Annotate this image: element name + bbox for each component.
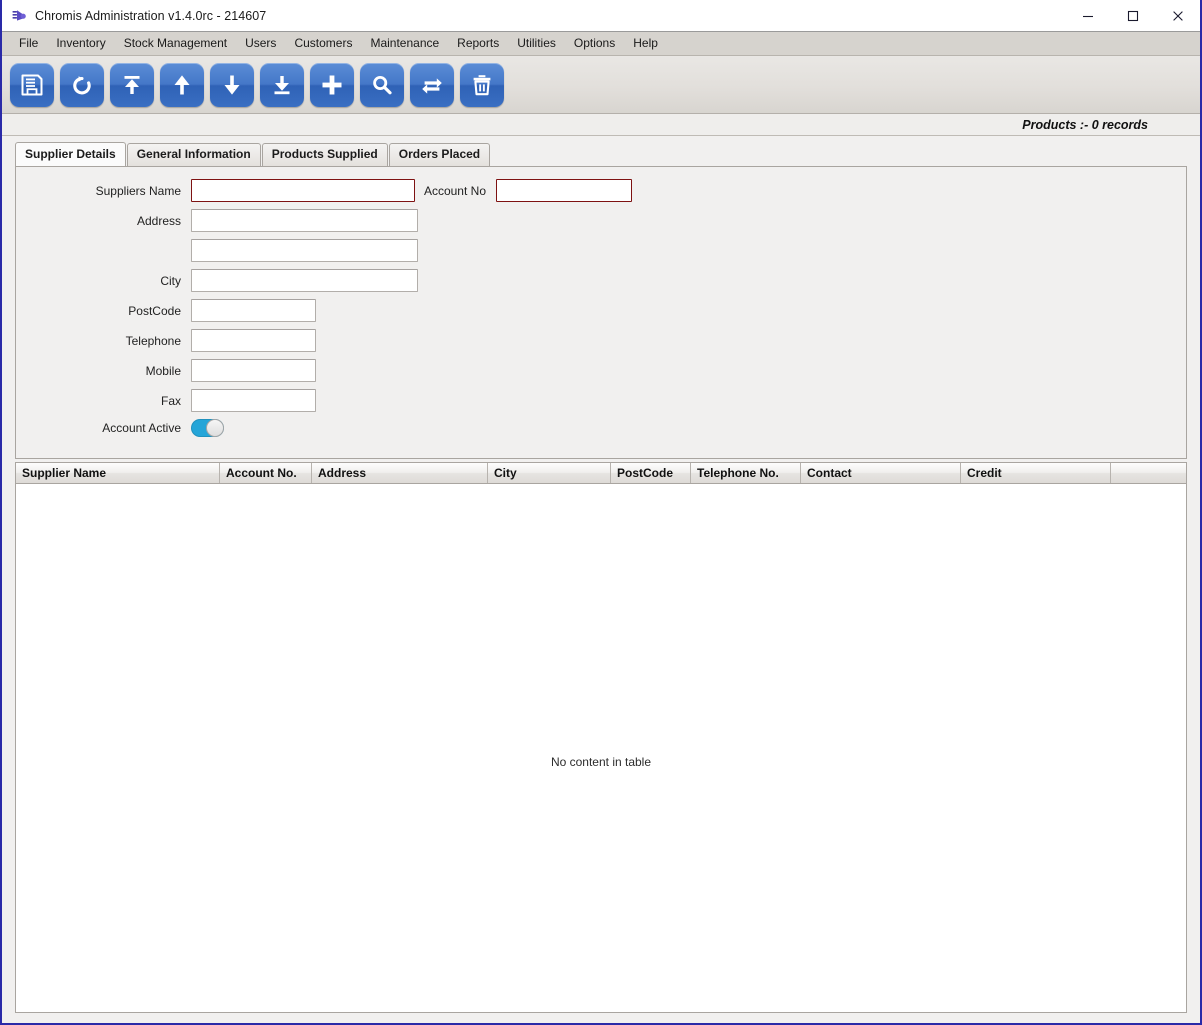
arrow-down-to-bar-icon (269, 72, 295, 98)
menu-item-utilities[interactable]: Utilities (508, 33, 565, 54)
table-empty-message: No content in table (550, 755, 652, 769)
table-body: No content in table (15, 484, 1187, 1013)
plus-icon (319, 72, 345, 98)
field-row-address-2 (16, 239, 418, 262)
column-header-contact[interactable]: Contact (801, 463, 961, 483)
column-header-credit[interactable]: Credit (961, 463, 1111, 483)
column-header-account-no[interactable]: Account No. (220, 463, 312, 483)
menu-item-maintenance[interactable]: Maintenance (361, 33, 448, 54)
maximize-button[interactable] (1110, 0, 1155, 31)
address-label: Address (136, 213, 181, 228)
menu-item-reports[interactable]: Reports (448, 33, 508, 54)
suppliers-name-input[interactable] (191, 179, 415, 202)
tab-products-supplied[interactable]: Products Supplied (261, 143, 388, 166)
previous-record-button[interactable] (160, 62, 204, 107)
column-header-supplier-name[interactable]: Supplier Name (16, 463, 220, 483)
sync-arrows-icon (419, 72, 445, 98)
toggle-knob (206, 419, 224, 437)
column-header-address[interactable]: Address (312, 463, 488, 483)
toolbar (2, 56, 1200, 114)
menu-item-users[interactable]: Users (236, 33, 285, 54)
tab-general-information[interactable]: General Information (126, 143, 261, 166)
field-row-mobile: Mobile (16, 359, 316, 382)
menu-item-customers[interactable]: Customers (285, 33, 361, 54)
reload-button[interactable] (60, 62, 104, 107)
suppliers-name-label: Suppliers Name (95, 183, 181, 198)
menu-item-options[interactable]: Options (565, 33, 624, 54)
field-row-address-1: Address (16, 209, 418, 232)
tab-orders-placed[interactable]: Orders Placed (388, 143, 491, 166)
postcode-label: PostCode (128, 303, 181, 318)
account-active-label: Account Active (102, 421, 181, 435)
account-active-toggle[interactable] (191, 419, 224, 437)
refresh-button[interactable] (410, 62, 454, 107)
suppliers-table: Supplier Name Account No. Address City P… (15, 462, 1187, 1013)
postcode-input[interactable] (191, 299, 316, 322)
address-line-2-input[interactable] (191, 239, 418, 262)
main-content: Supplier Details General Information Pro… (2, 136, 1200, 1023)
column-header-city[interactable]: City (488, 463, 611, 483)
menu-item-file[interactable]: File (10, 33, 47, 54)
search-button[interactable] (360, 62, 404, 107)
search-magnifier-icon (369, 72, 395, 98)
tab-supplier-details[interactable]: Supplier Details (15, 142, 126, 166)
add-record-button[interactable] (310, 62, 354, 107)
city-input[interactable] (191, 269, 418, 292)
menu-item-inventory[interactable]: Inventory (47, 33, 114, 54)
city-label: City (160, 273, 181, 288)
mobile-input[interactable] (191, 359, 316, 382)
fax-input[interactable] (191, 389, 316, 412)
delete-button[interactable] (460, 62, 504, 107)
mobile-label: Mobile (145, 363, 181, 378)
fax-label: Fax (160, 393, 181, 408)
field-row-account-no: Account No (406, 179, 632, 202)
save-floppy-icon (19, 72, 45, 98)
trash-bin-icon (469, 72, 495, 98)
field-row-suppliers-name: Suppliers Name (16, 179, 418, 202)
window-controls (1065, 0, 1200, 31)
last-record-button[interactable] (260, 62, 304, 107)
field-row-account-active: Account Active (16, 419, 224, 437)
reload-circular-arrow-icon (69, 72, 95, 98)
supplier-details-form: Suppliers Name Account No Address City P… (15, 166, 1187, 459)
tab-bar: Supplier Details General Information Pro… (15, 136, 1187, 166)
field-row-fax: Fax (16, 389, 316, 412)
close-button[interactable] (1155, 0, 1200, 31)
save-button[interactable] (10, 62, 54, 107)
minimize-button[interactable] (1065, 0, 1110, 31)
arrow-down-icon (219, 72, 245, 98)
column-header-extra[interactable] (1111, 463, 1190, 483)
arrow-up-to-bar-icon (119, 72, 145, 98)
records-status-bar: Products :- 0 records (2, 114, 1200, 136)
column-header-postcode[interactable]: PostCode (611, 463, 691, 483)
address-line-1-input[interactable] (191, 209, 418, 232)
account-no-input[interactable] (496, 179, 632, 202)
account-no-label: Account No (423, 183, 486, 198)
field-row-telephone: Telephone (16, 329, 316, 352)
records-count-label: Products :- 0 records (1022, 117, 1148, 132)
first-record-button[interactable] (110, 62, 154, 107)
column-header-telephone-no[interactable]: Telephone No. (691, 463, 801, 483)
field-row-city: City (16, 269, 418, 292)
menu-item-help[interactable]: Help (624, 33, 667, 54)
chromis-app-icon (11, 8, 27, 24)
telephone-input[interactable] (191, 329, 316, 352)
title-bar: Chromis Administration v1.4.0rc - 214607 (2, 0, 1200, 32)
menu-item-stock-management[interactable]: Stock Management (115, 33, 236, 54)
table-header-row: Supplier Name Account No. Address City P… (15, 462, 1187, 484)
arrow-up-icon (169, 72, 195, 98)
field-row-postcode: PostCode (16, 299, 316, 322)
window-title: Chromis Administration v1.4.0rc - 214607 (35, 8, 267, 23)
application-window: Chromis Administration v1.4.0rc - 214607… (0, 0, 1202, 1025)
next-record-button[interactable] (210, 62, 254, 107)
telephone-label: Telephone (125, 333, 181, 348)
menu-bar: File Inventory Stock Management Users Cu… (2, 32, 1200, 56)
